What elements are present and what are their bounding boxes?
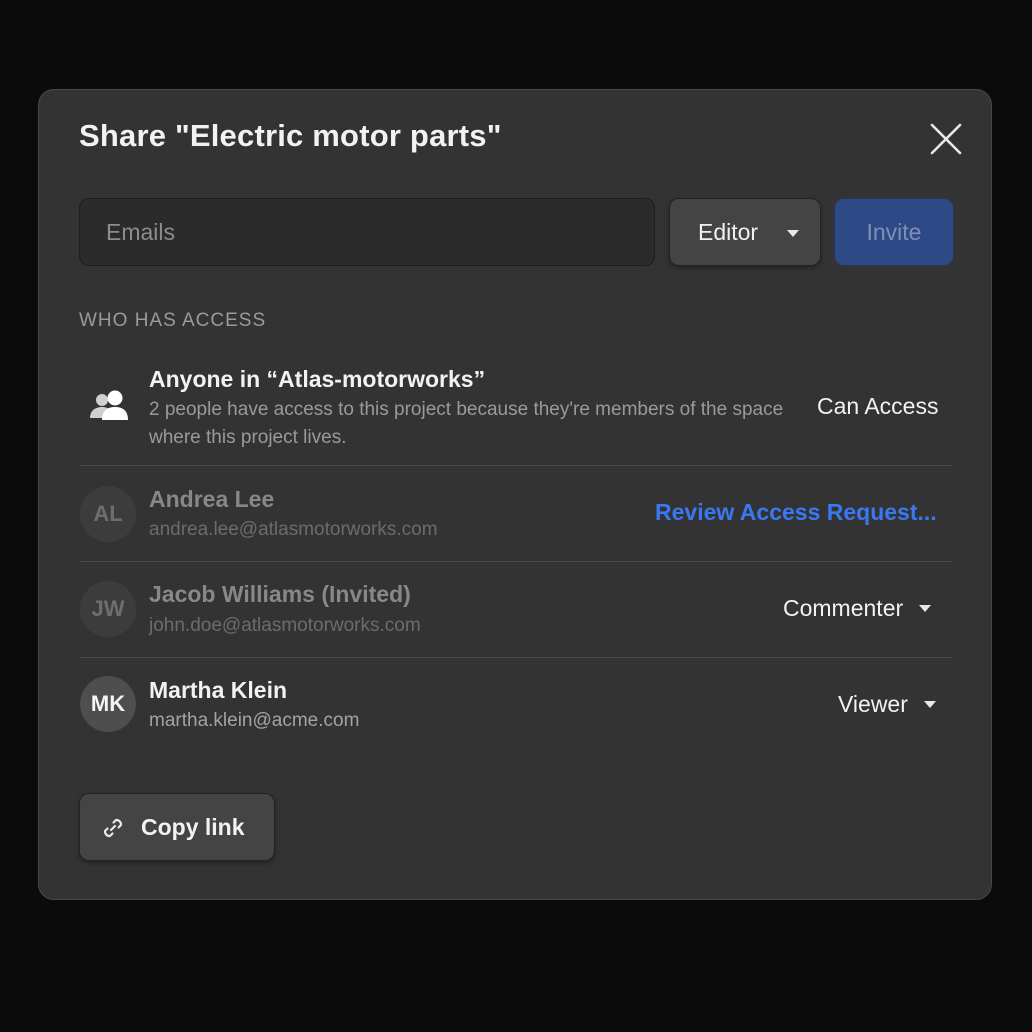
role-dropdown-viewer[interactable]: Viewer [838, 691, 936, 718]
role-dropdown-commenter[interactable]: Commenter [783, 595, 932, 622]
person-name: Andrea Lee [149, 486, 275, 512]
chevron-down-icon [919, 605, 932, 612]
copy-link-label: Copy link [141, 814, 245, 840]
avatar: AL [80, 486, 136, 542]
person-email: martha.klein@acme.com [149, 710, 360, 731]
review-access-request-link[interactable]: Review Access Request... [655, 499, 937, 526]
people-icon [90, 390, 128, 420]
share-dialog: Share "Electric motor parts" Editor Invi… [38, 89, 992, 900]
dialog-title: Share "Electric motor parts" [79, 118, 502, 153]
person-email: andrea.lee@atlasmotorworks.com [149, 519, 438, 540]
group-access-title: Anyone in “Atlas-motorworks” [149, 366, 486, 392]
divider [79, 465, 953, 466]
role-dropdown-label: Viewer [838, 691, 908, 717]
avatar: JW [80, 581, 136, 637]
role-dropdown[interactable]: Editor [669, 198, 821, 266]
close-icon [930, 123, 962, 155]
link-icon [103, 818, 123, 838]
group-access-description: 2 people have access to this project bec… [149, 399, 784, 448]
invite-button[interactable]: Invite [834, 198, 954, 266]
group-access-permission: Can Access [817, 393, 939, 419]
copy-link-button[interactable]: Copy link [79, 793, 275, 861]
divider [79, 561, 953, 562]
chevron-down-icon [787, 230, 799, 237]
role-dropdown-label: Editor [698, 218, 759, 245]
avatar: MK [80, 676, 136, 732]
divider [79, 657, 953, 658]
person-email: john.doe@atlasmotorworks.com [149, 615, 421, 636]
section-label-who-has-access: WHO HAS ACCESS [79, 310, 267, 331]
emails-input[interactable] [79, 198, 655, 266]
person-name: Martha Klein [149, 677, 288, 703]
close-button[interactable] [927, 120, 965, 158]
person-name: Jacob Williams (Invited) [149, 581, 411, 607]
role-dropdown-label: Commenter [783, 595, 904, 621]
chevron-down-icon [923, 701, 936, 708]
